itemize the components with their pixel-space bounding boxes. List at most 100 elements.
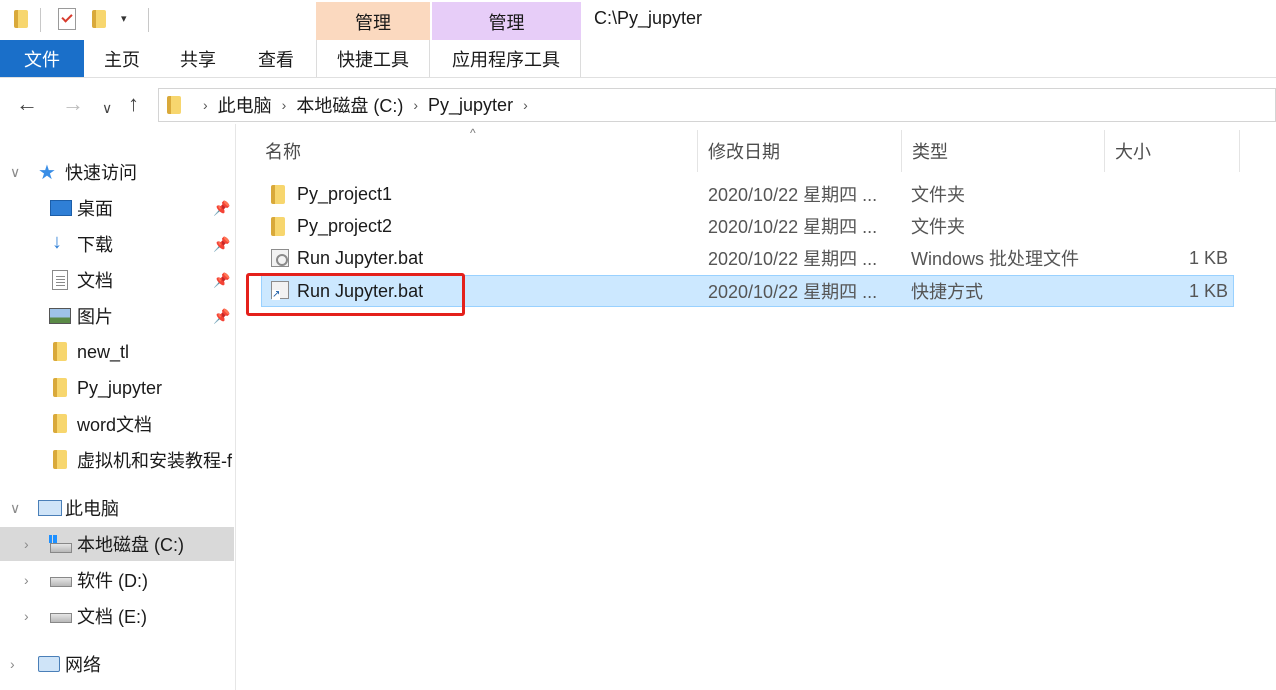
- chevron-right-icon[interactable]: ›: [24, 536, 29, 552]
- breadcrumb-chevron-icon[interactable]: ›: [523, 97, 528, 113]
- sidebar-item-drive-e[interactable]: › 文档 (E:): [0, 599, 234, 633]
- file-type: 快捷方式: [911, 282, 983, 302]
- folder-icon: [271, 217, 285, 236]
- file-type: 文件夹: [911, 217, 965, 237]
- drive-icon: [50, 577, 72, 587]
- sidebar-item-word-docs[interactable]: word文档: [0, 407, 234, 441]
- context-tab-manage-shortcut: 管理: [316, 2, 430, 42]
- computer-icon: [38, 500, 62, 516]
- file-size: 1 KB: [1188, 280, 1228, 301]
- back-arrow-icon[interactable]: ←: [16, 90, 38, 118]
- download-icon: ↓: [52, 231, 62, 253]
- sidebar-item-label: 虚拟机和安装教程-f: [77, 451, 232, 471]
- sidebar-item-new-tl[interactable]: new_tl: [0, 335, 234, 369]
- column-header-type[interactable]: 类型: [902, 130, 1105, 172]
- folder-icon: [167, 96, 181, 114]
- breadcrumb-this-pc[interactable]: 此电脑: [218, 92, 272, 118]
- sidebar-item-label: word文档: [77, 415, 153, 435]
- file-date: 2020/10/22 星期四 ...: [708, 185, 878, 205]
- sidebar-item-label: 文档: [77, 271, 113, 291]
- file-size: 1 KB: [1188, 247, 1228, 268]
- chevron-right-icon[interactable]: ›: [10, 656, 15, 672]
- sidebar-item-documents[interactable]: 文档 📌: [0, 263, 234, 297]
- sidebar-item-label: 桌面: [77, 199, 113, 219]
- properties-icon[interactable]: [58, 8, 76, 30]
- file-size: [1121, 211, 1228, 241]
- tab-shortcut-tools[interactable]: 快捷工具: [316, 40, 430, 77]
- sidebar-item-local-disk-c[interactable]: › 本地磁盘 (C:): [0, 527, 234, 561]
- breadcrumb-chevron-icon[interactable]: ›: [203, 97, 208, 113]
- pin-icon: 📌: [213, 271, 231, 288]
- tab-view[interactable]: 查看: [240, 40, 312, 77]
- star-icon: ★: [38, 161, 56, 184]
- sidebar-item-pictures[interactable]: 图片 📌: [0, 299, 234, 333]
- sidebar-item-label: Py_jupyter: [77, 377, 163, 398]
- batch-file-icon: [271, 249, 289, 267]
- folder-icon: [271, 185, 285, 204]
- chevron-right-icon[interactable]: ›: [24, 608, 29, 624]
- folder-icon: [53, 414, 67, 433]
- folder-icon[interactable]: [14, 10, 28, 28]
- column-header-size[interactable]: 大小: [1105, 130, 1240, 172]
- file-row-py-project1[interactable]: Py_project1 2020/10/22 星期四 ... 文件夹: [261, 179, 1234, 211]
- context-tab-manage-app: 管理: [432, 2, 581, 42]
- pin-icon: 📌: [213, 199, 231, 216]
- tab-file[interactable]: 文件: [0, 40, 84, 77]
- qat-separator: [148, 8, 149, 32]
- forward-arrow-icon[interactable]: →: [62, 90, 84, 118]
- tab-application-tools[interactable]: 应用程序工具: [432, 40, 581, 77]
- file-date: 2020/10/22 星期四 ...: [708, 217, 878, 237]
- highlight-annotation: [246, 273, 465, 316]
- sidebar-item-desktop[interactable]: 桌面 📌: [0, 191, 234, 225]
- pictures-icon: [49, 308, 71, 324]
- file-name: Run Jupyter.bat: [297, 247, 424, 268]
- file-name: Py_project1: [297, 183, 393, 204]
- qat-customize-dropdown[interactable]: ▾: [121, 12, 127, 25]
- file-size: [1121, 179, 1228, 209]
- breadcrumb-chevron-icon[interactable]: ›: [282, 97, 287, 113]
- sidebar-item-vm-tutorial[interactable]: 虚拟机和安装教程-f: [0, 443, 234, 477]
- new-folder-icon[interactable]: [92, 10, 106, 28]
- network-icon: [38, 656, 60, 672]
- folder-icon: [53, 378, 67, 397]
- window-title: C:\Py_jupyter: [594, 8, 703, 28]
- sidebar-item-label: 此电脑: [65, 499, 119, 519]
- sidebar-item-label: 本地磁盘 (C:): [77, 535, 184, 555]
- windows-drive-icon: [49, 535, 72, 553]
- sidebar-item-py-jupyter[interactable]: Py_jupyter: [0, 371, 234, 405]
- sidebar-item-quick-access[interactable]: ∨ ★ 快速访问: [0, 155, 234, 189]
- breadcrumb-py-jupyter[interactable]: Py_jupyter: [428, 95, 513, 116]
- qat-separator: [40, 8, 41, 32]
- sidebar-item-label: 文档 (E:): [77, 607, 147, 627]
- file-list: ^ 名称 修改日期 类型 大小 Py_project1 2020/10/22 星…: [237, 124, 1276, 690]
- address-bar[interactable]: › 此电脑 › 本地磁盘 (C:) › Py_jupyter ›: [158, 88, 1276, 122]
- navigation-bar: ← → ∨ ↑ › 此电脑 › 本地磁盘 (C:) › Py_jupyter ›: [0, 84, 1276, 124]
- file-type: 文件夹: [911, 185, 965, 205]
- up-arrow-icon[interactable]: ↑: [128, 90, 139, 118]
- sidebar-item-drive-d[interactable]: › 软件 (D:): [0, 563, 234, 597]
- file-row-run-jupyter-bat[interactable]: Run Jupyter.bat 2020/10/22 星期四 ... Windo…: [261, 243, 1234, 275]
- pin-icon: 📌: [213, 307, 231, 324]
- breadcrumb-local-disk-c[interactable]: 本地磁盘 (C:): [296, 92, 403, 118]
- column-header-name[interactable]: 名称: [255, 130, 698, 172]
- sidebar-item-this-pc[interactable]: ∨ 此电脑: [0, 491, 234, 525]
- sidebar-item-label: 软件 (D:): [77, 571, 148, 591]
- tab-home[interactable]: 主页: [86, 40, 158, 77]
- sidebar-item-label: 图片: [77, 307, 113, 327]
- sidebar-item-downloads[interactable]: ↓ 下载 📌: [0, 227, 234, 261]
- chevron-down-icon[interactable]: ∨: [10, 500, 20, 517]
- chevron-down-icon[interactable]: ∨: [10, 164, 20, 181]
- desktop-icon: [50, 200, 72, 216]
- recent-locations-chevron-icon[interactable]: ∨: [102, 94, 112, 122]
- column-header-date-modified[interactable]: 修改日期: [698, 130, 902, 172]
- chevron-right-icon[interactable]: ›: [24, 572, 29, 588]
- tab-share[interactable]: 共享: [162, 40, 234, 77]
- sidebar-item-network[interactable]: › 网络: [0, 647, 234, 681]
- folder-icon: [53, 342, 67, 361]
- ribbon-tabs: 文件 主页 共享 查看 快捷工具 应用程序工具: [0, 40, 1276, 78]
- folder-icon: [53, 450, 67, 469]
- sidebar-item-label: 网络: [65, 655, 101, 675]
- breadcrumb-chevron-icon[interactable]: ›: [413, 97, 418, 113]
- title-bar: ▾ 管理 管理 C:\Py_jupyter: [0, 0, 1276, 42]
- file-row-py-project2[interactable]: Py_project2 2020/10/22 星期四 ... 文件夹: [261, 211, 1234, 243]
